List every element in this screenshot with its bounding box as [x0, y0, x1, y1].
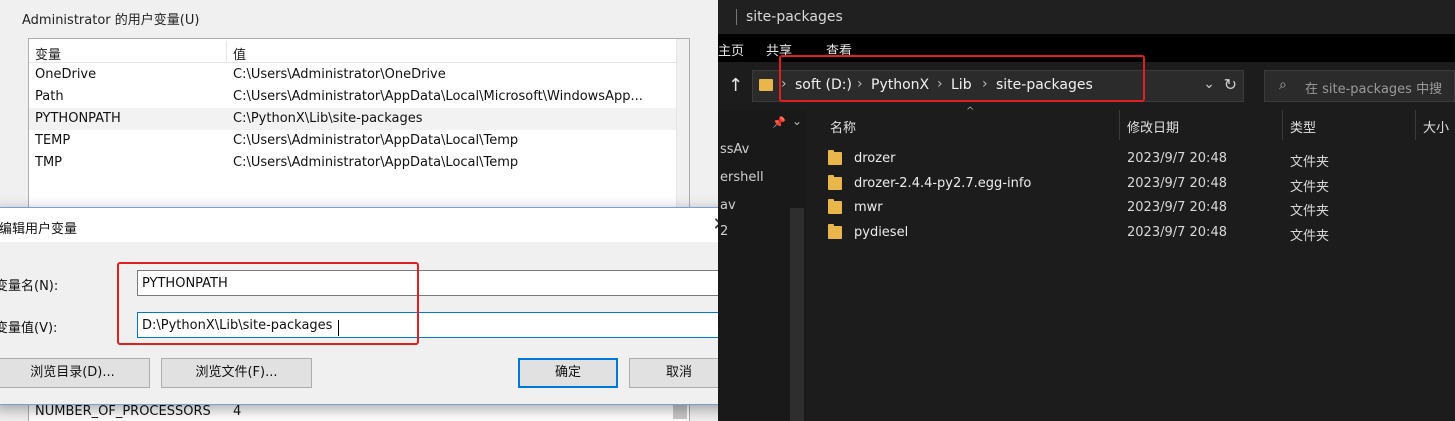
nav-item[interactable]: ershell	[720, 170, 784, 185]
nav-item[interactable]: 2	[720, 224, 784, 239]
variable-name: TEMP	[35, 133, 71, 148]
tab-view[interactable]: 查看	[826, 40, 852, 59]
file-modified: 2023/9/7 20:48	[1127, 176, 1227, 191]
column-header-name[interactable]: 名称	[830, 117, 856, 136]
breadcrumb-separator[interactable]: ›	[982, 76, 988, 92]
column-divider[interactable]	[1119, 110, 1120, 140]
variable-name: OneDrive	[35, 67, 97, 82]
file-name: drozer	[854, 151, 896, 166]
search-input[interactable]: ⌕ 在 site-packages 中搜	[1264, 70, 1455, 102]
file-row[interactable]: drozer-2.4.4-py2.7.egg-info 2023/9/7 20:…	[806, 172, 1455, 196]
up-arrow-icon[interactable]: ↑	[728, 75, 743, 96]
column-header-type[interactable]: 类型	[1290, 117, 1316, 136]
table-row[interactable]: OneDrive C:\Users\Administrator\OneDrive	[29, 64, 677, 86]
folder-icon	[828, 175, 842, 190]
variable-name: TMP	[35, 155, 62, 170]
variable-value-label: 变量值(V):	[0, 321, 58, 336]
refresh-icon[interactable]: ↻	[1224, 75, 1237, 94]
file-list-header: ^ 名称 修改日期 类型 大小	[806, 106, 1455, 140]
breadcrumb-drive[interactable]: soft (D:)	[795, 77, 852, 93]
file-modified: 2023/9/7 20:48	[1127, 200, 1227, 215]
breadcrumb-pythonx[interactable]: PythonX	[871, 77, 929, 93]
nav-item[interactable]: ssAv	[720, 142, 784, 157]
breadcrumb-site-packages[interactable]: site-packages	[996, 77, 1093, 93]
column-header-modified[interactable]: 修改日期	[1127, 117, 1179, 136]
file-explorer-window: site-packages 主页 共享 查看 ↑ › soft (D:) › P…	[718, 0, 1455, 421]
text-caret	[338, 320, 339, 336]
explorer-titlebar[interactable]: site-packages	[718, 0, 1455, 34]
user-variables-group-title: Administrator 的用户变量(U)	[22, 9, 202, 28]
chevron-down-icon[interactable]: ⌄	[792, 114, 802, 128]
address-row: ↑ › soft (D:) › PythonX › Lib › site-pac…	[718, 62, 1455, 110]
ok-button[interactable]: 确定	[518, 358, 618, 388]
file-name: drozer-2.4.4-py2.7.egg-info	[854, 176, 1032, 191]
pin-icon[interactable]: 📌	[772, 116, 786, 129]
file-modified: 2023/9/7 20:48	[1127, 151, 1227, 166]
variable-name: NUMBER_OF_PROCESSORS	[35, 404, 211, 419]
breadcrumb-separator[interactable]: ›	[937, 76, 943, 92]
column-header-name[interactable]: 变量	[35, 44, 61, 63]
sort-ascending-icon: ^	[966, 106, 975, 117]
table-row[interactable]: TEMP C:\Users\Administrator\AppData\Loca…	[29, 130, 677, 152]
folder-icon	[828, 224, 842, 239]
tab-home[interactable]: 主页	[718, 40, 744, 59]
column-header-value[interactable]: 值	[233, 44, 246, 63]
browse-directory-button[interactable]: 浏览目录(D)...	[0, 358, 150, 388]
search-icon: ⌕	[1279, 77, 1287, 93]
navigation-pane: 📌 ⌄ ssAv ershell av 2	[718, 110, 806, 421]
breadcrumb-lib[interactable]: Lib	[951, 77, 972, 93]
column-divider[interactable]	[1415, 110, 1416, 140]
variable-value: C:\Users\Administrator\OneDrive	[233, 67, 446, 82]
column-header-size[interactable]: 大小	[1423, 117, 1449, 136]
file-type: 文件夹	[1290, 180, 1330, 195]
nav-item[interactable]: av	[720, 198, 784, 213]
breadcrumb-separator[interactable]: ›	[857, 76, 863, 92]
title-divider	[736, 9, 737, 25]
list-header: 变量 值	[29, 39, 677, 63]
variable-name: Path	[35, 89, 64, 104]
file-type: 文件夹	[1290, 229, 1330, 244]
dialog-titlebar[interactable]: 编辑用户变量 ✕	[0, 208, 743, 242]
breadcrumb-separator[interactable]: ›	[781, 76, 787, 92]
variable-value: C:\Users\Administrator\AppData\Local\Tem…	[233, 133, 519, 148]
file-name: pydiesel	[854, 225, 909, 240]
browse-file-button[interactable]: 浏览文件(F)...	[161, 358, 312, 388]
file-type: 文件夹	[1290, 204, 1330, 219]
variable-value-input[interactable]	[137, 312, 730, 338]
dialog-title: 编辑用户变量	[0, 222, 78, 237]
file-row[interactable]: drozer 2023/9/7 20:48 文件夹	[806, 147, 1455, 171]
file-name: mwr	[854, 200, 883, 215]
table-row[interactable]: TMP C:\Users\Administrator\AppData\Local…	[29, 152, 677, 174]
column-divider[interactable]	[226, 41, 227, 61]
column-divider[interactable]	[1282, 110, 1283, 140]
file-row[interactable]: mwr 2023/9/7 20:48 文件夹	[806, 196, 1455, 220]
variable-value: C:\PythonX\Lib\site-packages	[233, 111, 423, 126]
search-placeholder: 在 site-packages 中搜	[1305, 82, 1443, 97]
table-row[interactable]: Path C:\Users\Administrator\AppData\Loca…	[29, 86, 677, 108]
folder-icon	[828, 150, 842, 165]
edit-user-variable-dialog: 编辑用户变量 ✕ 变量名(N): 变量值(V): 浏览目录(D)... 浏览文件…	[0, 207, 744, 405]
ribbon-tabs: 主页 共享 查看	[718, 34, 1455, 62]
nav-scrollbar[interactable]	[790, 208, 804, 421]
window-title: site-packages	[746, 9, 843, 25]
folder-icon	[759, 79, 773, 91]
variable-name: PYTHONPATH	[35, 111, 121, 126]
file-type: 文件夹	[1290, 155, 1330, 170]
tab-share[interactable]: 共享	[766, 40, 792, 59]
variable-value: C:\Users\Administrator\AppData\Local\Tem…	[233, 155, 519, 170]
file-row[interactable]: pydiesel 2023/9/7 20:48 文件夹	[806, 221, 1455, 245]
file-modified: 2023/9/7 20:48	[1127, 225, 1227, 240]
address-bar[interactable]: › soft (D:) › PythonX › Lib › site-packa…	[752, 70, 1244, 102]
variable-value: 4	[233, 404, 242, 419]
list-scrollbar[interactable]	[673, 403, 687, 419]
variable-name-label: 变量名(N):	[0, 279, 59, 294]
cancel-button[interactable]: 取消	[629, 358, 729, 388]
variable-name-input[interactable]	[137, 270, 730, 296]
table-row-selected[interactable]: PYTHONPATH C:\PythonX\Lib\site-packages	[29, 108, 677, 130]
folder-icon	[828, 199, 842, 214]
variable-value: C:\Users\Administrator\AppData\Local\Mic…	[233, 89, 643, 104]
chevron-down-icon[interactable]: ⌄	[1203, 76, 1215, 92]
